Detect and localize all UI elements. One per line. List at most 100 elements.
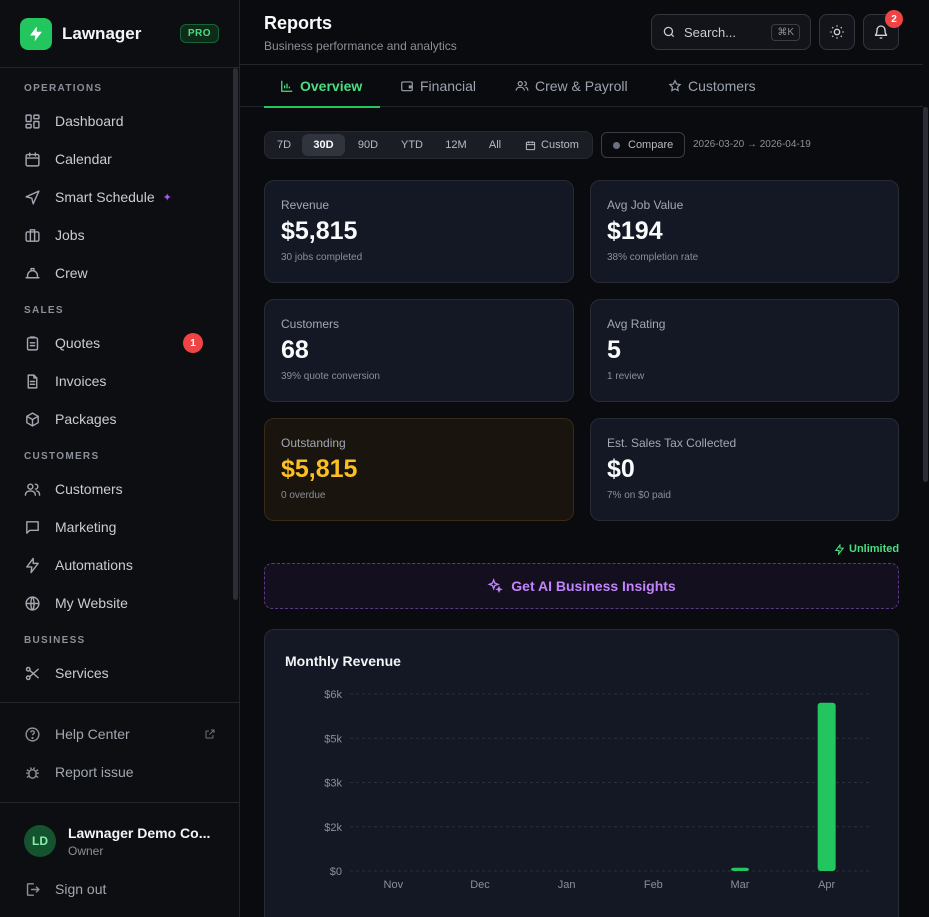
globe-icon: [25, 595, 40, 611]
sign-out-button[interactable]: Sign out: [0, 879, 240, 899]
calendar-icon: [25, 151, 40, 167]
kpi-card-avg-rating: Avg Rating 5 1 review: [590, 299, 899, 402]
scissors-icon: [25, 666, 39, 680]
search-input[interactable]: Search... ⌘K: [651, 14, 811, 50]
help-center-label: Help Center: [55, 726, 130, 742]
kpi-label: Revenue: [281, 198, 330, 212]
ai-insights-button[interactable]: Get AI Business Insights: [264, 563, 899, 609]
y-tick-label: $3k: [324, 778, 342, 790]
notifications-button[interactable]: 2: [863, 10, 903, 50]
range-all-button[interactable]: All: [480, 134, 510, 156]
bug-icon: [26, 766, 39, 779]
tab-customers[interactable]: Customers: [668, 65, 756, 107]
sign-out-label: Sign out: [55, 881, 107, 897]
bar-apr[interactable]: [817, 702, 836, 871]
zap-icon: [834, 543, 845, 555]
sidebar-item-label: Services: [55, 665, 109, 681]
sidebar-item-dashboard[interactable]: Dashboard: [0, 102, 233, 140]
users-icon: [24, 482, 41, 496]
tab-financial-label: Financial: [420, 78, 477, 94]
range-30d-button[interactable]: 30D: [302, 134, 345, 156]
sparkle-icon: ✦: [162, 191, 172, 204]
x-tick-label: Dec: [470, 879, 490, 891]
kpi-label: Customers: [281, 317, 340, 331]
x-tick-label: Nov: [384, 879, 404, 891]
range-7d-button[interactable]: 7D: [269, 134, 299, 156]
kpi-subtext: 38% completion rate: [607, 252, 699, 263]
x-tick-label: Apr: [818, 879, 835, 891]
message-icon: [26, 520, 39, 534]
calendar-icon: [525, 140, 536, 150]
kpi-label: Avg Rating: [607, 317, 666, 331]
selected-date-range: 2026-03-20 → 2026-04-19: [693, 139, 811, 150]
sidebar-item-label: My Website: [55, 595, 128, 611]
logout-icon: [26, 882, 40, 896]
search-shortcut: ⌘K: [771, 23, 800, 41]
dashboard-icon: [25, 113, 40, 129]
tab-crew-payroll[interactable]: Crew & Payroll: [515, 65, 628, 107]
chart-title: Monthly Revenue: [285, 653, 401, 669]
kpi-value: 68: [281, 336, 309, 364]
file-text-icon: [27, 373, 38, 389]
y-tick-label: $6k: [324, 689, 342, 701]
tab-financial[interactable]: Financial: [400, 65, 476, 107]
sidebar-item-crew[interactable]: Crew: [0, 254, 233, 292]
range-custom-label: Custom: [541, 139, 579, 151]
lightning-logo-icon[interactable]: [20, 17, 52, 50]
sidebar-item-calendar[interactable]: Calendar: [0, 140, 233, 178]
sidebar-item-label: Quotes: [55, 335, 101, 351]
help-center-link[interactable]: Help Center: [0, 715, 240, 753]
section-label-operations: OPERATIONS: [24, 83, 103, 94]
sidebar-item-marketing[interactable]: Marketing: [0, 508, 233, 546]
clipboard-icon: [26, 335, 39, 351]
sidebar-item-services[interactable]: Services: [0, 654, 233, 692]
main-scrollbar[interactable]: [923, 107, 928, 482]
sidebar-item-automations[interactable]: Automations: [0, 546, 233, 584]
page-title: Reports: [264, 13, 333, 33]
briefcase-icon: [25, 228, 40, 242]
sidebar-item-packages[interactable]: Packages: [0, 400, 233, 438]
theme-toggle-button[interactable]: [819, 14, 855, 50]
sidebar-item-customers[interactable]: Customers: [0, 470, 233, 508]
range-90d-button[interactable]: 90D: [349, 134, 387, 156]
page-header: Reports Business performance and analyti…: [240, 0, 929, 64]
sidebar-item-my-website[interactable]: My Website: [0, 584, 233, 622]
sidebar-item-invoices[interactable]: Invoices: [0, 362, 233, 400]
sidebar-footer-links: Help Center Report issue: [0, 702, 240, 791]
compare-toggle[interactable]: Compare: [601, 132, 685, 158]
bar-mar[interactable]: [731, 867, 749, 871]
tab-customers-label: Customers: [688, 78, 756, 94]
report-issue-link[interactable]: Report issue: [0, 753, 240, 791]
tab-overview[interactable]: Overview: [264, 65, 380, 108]
tab-crew-payroll-label: Crew & Payroll: [535, 78, 628, 94]
kpi-subtext: 30 jobs completed: [281, 252, 363, 263]
section-label-business: BUSINESS: [24, 635, 86, 646]
sidebar-scrollbar[interactable]: [233, 68, 238, 600]
revenue-bar-chart: $0 $2k $3k $5k $6k Nov Dec Jan Feb Mar Apr: [324, 689, 870, 891]
notification-count-badge: 2: [885, 10, 903, 28]
user-profile[interactable]: LD Lawnager Demo Co... Owner: [0, 803, 240, 879]
x-tick-label: Jan: [558, 879, 576, 891]
sidebar-item-label: Invoices: [55, 373, 107, 389]
ai-plan-badge: Unlimited: [834, 543, 899, 555]
sidebar-item-label: Crew: [55, 265, 88, 281]
x-tick-label: Feb: [644, 879, 663, 891]
sun-icon: [830, 25, 844, 39]
range-ytd-button[interactable]: YTD: [393, 134, 431, 156]
sidebar-item-label: Packages: [55, 411, 117, 427]
range-12m-button[interactable]: 12M: [438, 134, 474, 156]
kpi-card-outstanding: Outstanding $5,815 0 overdue: [264, 418, 574, 521]
kpi-value: $5,815: [281, 217, 358, 245]
sidebar-item-smart-schedule[interactable]: Smart Schedule ✦: [0, 178, 233, 216]
monthly-revenue-chart: Monthly Revenue $0 $2k $3k $5k $6k Nov Dec Jan F…: [264, 629, 899, 917]
avatar: LD: [24, 825, 56, 857]
kpi-subtext: 7% on $0 paid: [607, 490, 671, 501]
sidebar-item-quotes[interactable]: Quotes 1: [0, 324, 233, 362]
help-circle-icon: [25, 726, 40, 742]
ai-insights-label: Get AI Business Insights: [511, 578, 676, 594]
y-tick-label: $0: [330, 866, 342, 878]
sidebar-item-jobs[interactable]: Jobs: [0, 216, 233, 254]
user-block: LD Lawnager Demo Co... Owner Sign out: [0, 802, 240, 917]
range-custom-button[interactable]: Custom: [517, 134, 587, 156]
search-placeholder: Search...: [684, 24, 737, 40]
